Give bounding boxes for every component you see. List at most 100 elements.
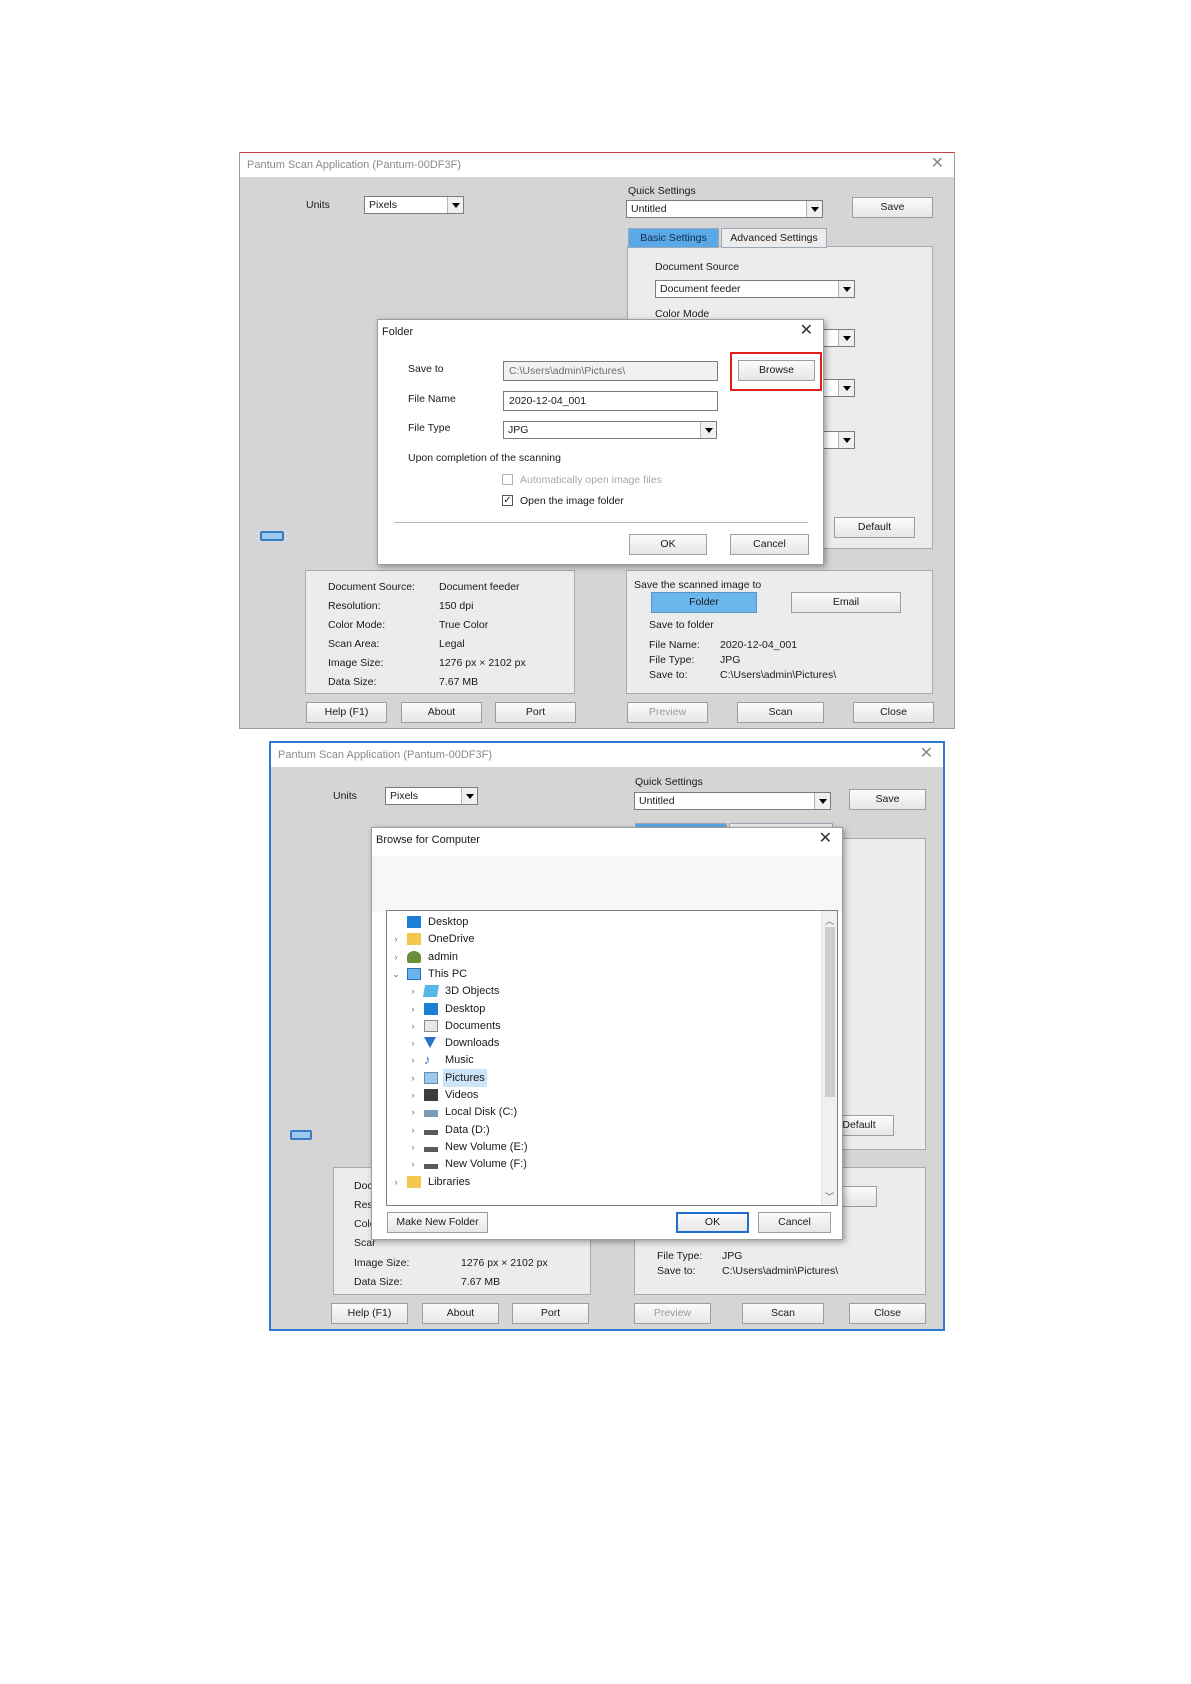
chevron-down-icon[interactable]: [814, 793, 830, 809]
chevron-down-icon[interactable]: [447, 197, 463, 213]
file-name-field[interactable]: 2020-12-04_001: [503, 391, 718, 411]
quick-settings-select[interactable]: Untitled: [626, 200, 823, 218]
close-button[interactable]: Close: [853, 702, 934, 723]
tree-expand-chevron-icon[interactable]: ›: [408, 1000, 418, 1018]
tree-expand-chevron-icon[interactable]: ›: [408, 1034, 418, 1052]
tree-expand-chevron-icon[interactable]: ⌄: [391, 965, 401, 983]
tree-expand-chevron-icon[interactable]: ›: [391, 948, 401, 966]
help-button[interactable]: Help (F1): [306, 702, 387, 723]
scan-button[interactable]: Scan: [742, 1303, 824, 1324]
cancel-button[interactable]: Cancel: [758, 1212, 831, 1233]
chevron-down-icon[interactable]: [838, 432, 854, 448]
default-button[interactable]: Default: [834, 517, 915, 538]
info-key: Data Size:: [354, 1276, 403, 1288]
tree-node-label[interactable]: 3D Objects: [443, 982, 501, 1000]
tree-expand-chevron-icon[interactable]: ›: [408, 1121, 418, 1139]
info-value: 7.67 MB: [439, 676, 479, 688]
save-button[interactable]: Save: [849, 789, 926, 810]
info-key: Res: [354, 1199, 373, 1211]
tree-node-label[interactable]: New Volume (E:): [443, 1138, 530, 1156]
tree-node-label[interactable]: New Volume (F:): [443, 1155, 529, 1173]
port-button[interactable]: Port: [495, 702, 576, 723]
document-source-select[interactable]: Document feeder: [655, 280, 855, 298]
tree-expand-chevron-icon[interactable]: ›: [408, 982, 418, 1000]
tree-expand-chevron-icon[interactable]: ›: [408, 1138, 418, 1156]
units-select[interactable]: Pixels: [364, 196, 464, 214]
port-button[interactable]: Port: [512, 1303, 589, 1324]
tree-node-label[interactable]: OneDrive: [426, 930, 476, 948]
tree-node-label[interactable]: Desktop: [443, 1000, 487, 1018]
tree-expand-chevron-icon[interactable]: ›: [408, 1086, 418, 1104]
tree-node-label[interactable]: Desktop: [426, 913, 470, 931]
email-button[interactable]: Email: [791, 592, 901, 613]
preview-button[interactable]: Preview: [627, 702, 708, 723]
drive-icon: [424, 1164, 438, 1170]
preview-handle-icon[interactable]: [290, 1130, 312, 1140]
about-button[interactable]: About: [401, 702, 482, 723]
tree-node-label[interactable]: Downloads: [443, 1034, 501, 1052]
tree-node-label[interactable]: This PC: [426, 965, 469, 983]
tree-expand-chevron-icon[interactable]: [391, 913, 401, 931]
chevron-down-icon[interactable]: [700, 422, 716, 438]
save-button[interactable]: Save: [852, 197, 933, 218]
save-to-path-value: C:\Users\admin\Pictures\: [509, 365, 626, 377]
tree-node-label[interactable]: Local Disk (C:): [443, 1103, 519, 1121]
cancel-button[interactable]: Cancel: [730, 534, 809, 555]
tree-node-label[interactable]: admin: [426, 948, 460, 966]
quick-settings-select[interactable]: Untitled: [634, 792, 831, 810]
chevron-down-icon[interactable]: [838, 330, 854, 346]
chevron-down-icon[interactable]: [838, 380, 854, 396]
close-icon[interactable]: ✕: [920, 745, 933, 763]
tree-expand-chevron-icon[interactable]: ›: [408, 1069, 418, 1087]
tree-node-label[interactable]: Music: [443, 1051, 476, 1069]
help-button[interactable]: Help (F1): [331, 1303, 408, 1324]
save-to-path-field[interactable]: C:\Users\admin\Pictures\: [503, 361, 718, 381]
scroll-up-icon[interactable]: ︿: [825, 914, 834, 927]
units-select[interactable]: Pixels: [385, 787, 478, 805]
folder-tree[interactable]: Desktop › OneDrive › admin ⌄ This PC › 3D Object…: [386, 910, 838, 1206]
file-type-select[interactable]: JPG: [503, 421, 717, 439]
chevron-down-icon[interactable]: [806, 201, 822, 217]
ok-button[interactable]: OK: [676, 1212, 749, 1233]
scroll-down-icon[interactable]: ﹀: [825, 1190, 834, 1203]
tab-advanced-settings[interactable]: Advanced Settings: [721, 228, 827, 248]
tree-node-label[interactable]: Videos: [443, 1086, 480, 1104]
desktop-icon: [424, 1002, 438, 1015]
folder-button[interactable]: Folder: [651, 592, 757, 613]
chevron-down-icon[interactable]: [461, 788, 477, 804]
tree-node-label[interactable]: Pictures: [443, 1068, 487, 1087]
file-type-value: JPG: [722, 1250, 743, 1262]
tree-expand-chevron-icon[interactable]: ›: [408, 1155, 418, 1173]
close-icon[interactable]: ✕: [931, 155, 944, 173]
computer-icon: [407, 967, 421, 980]
auto-open-checkbox[interactable]: [502, 474, 513, 485]
tree-node-label[interactable]: Data (D:): [443, 1121, 492, 1139]
make-new-folder-button[interactable]: Make New Folder: [387, 1212, 488, 1233]
about-button[interactable]: About: [422, 1303, 499, 1324]
tree-node-label[interactable]: Documents: [443, 1017, 503, 1035]
open-folder-checkbox[interactable]: ✓: [502, 495, 513, 506]
close-icon[interactable]: ✕: [800, 322, 813, 340]
scan-button[interactable]: Scan: [737, 702, 824, 723]
chevron-down-icon[interactable]: [838, 281, 854, 297]
tree-expand-chevron-icon[interactable]: ›: [408, 1017, 418, 1035]
tree-expand-chevron-icon[interactable]: ›: [391, 1173, 401, 1191]
tree-node-label[interactable]: Libraries: [426, 1173, 472, 1191]
folder-dialog: Folder ✕ Save to C:\Users\admin\Pictures…: [377, 319, 824, 565]
info-value: 1276 px × 2102 px: [461, 1257, 548, 1269]
preview-button[interactable]: Preview: [634, 1303, 711, 1324]
close-button[interactable]: Close: [849, 1303, 926, 1324]
close-icon[interactable]: ✕: [819, 830, 832, 848]
preview-handle-icon[interactable]: [260, 531, 284, 541]
tree-expand-chevron-icon[interactable]: ›: [408, 1051, 418, 1069]
tree-expand-chevron-icon[interactable]: ›: [391, 930, 401, 948]
tab-basic-settings[interactable]: Basic Settings: [628, 228, 719, 248]
file-name-key: File Name:: [649, 639, 700, 651]
file-type-value: JPG: [508, 424, 529, 436]
browse-for-computer-dialog: Browse for Computer ✕ Desktop › OneDrive › a…: [371, 827, 843, 1240]
scroll-thumb[interactable]: [825, 927, 835, 1097]
tree-scrollbar[interactable]: ︿ ﹀: [821, 911, 837, 1205]
tree-expand-chevron-icon[interactable]: ›: [408, 1103, 418, 1121]
ok-button[interactable]: OK: [629, 534, 707, 555]
browse-button[interactable]: Browse: [738, 360, 815, 381]
